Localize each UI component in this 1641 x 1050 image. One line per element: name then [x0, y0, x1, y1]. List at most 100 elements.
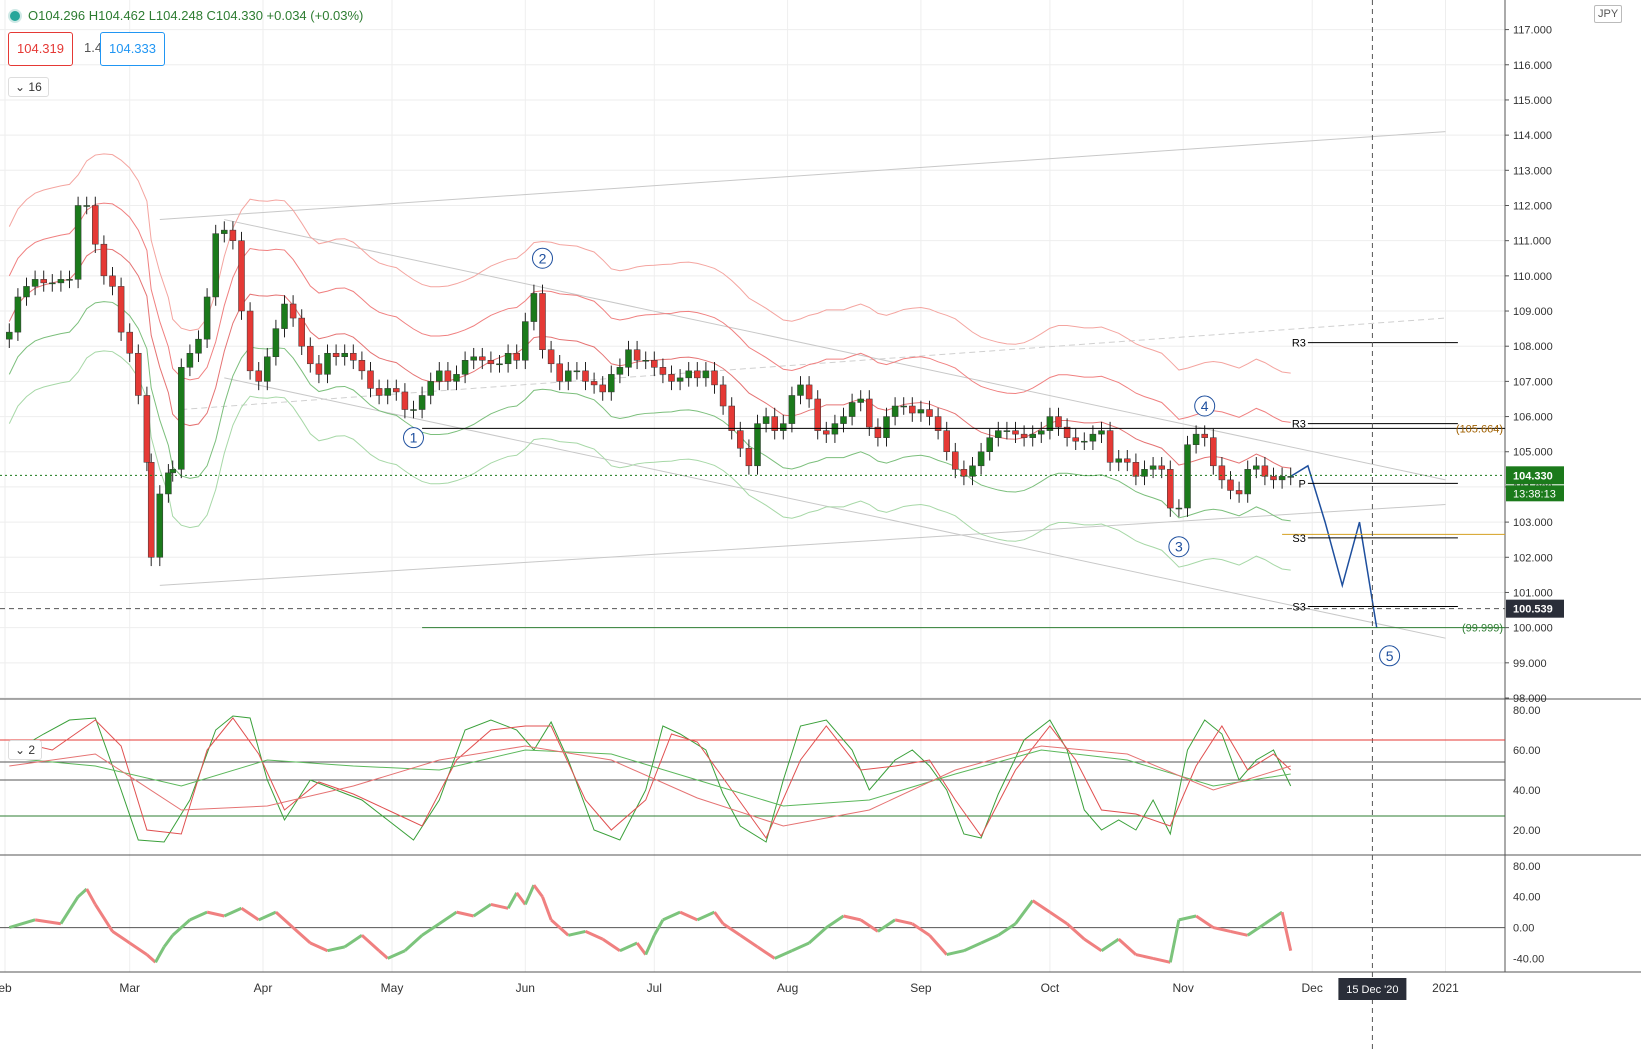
candle-body — [556, 363, 563, 382]
candle-body — [281, 303, 288, 329]
candle-body — [762, 416, 770, 424]
wave-label: 5 — [1386, 648, 1394, 664]
price-tick-label: 102.000 — [1513, 552, 1553, 564]
candle-body — [358, 360, 366, 372]
candle-body — [539, 293, 546, 350]
mom-segment — [541, 896, 553, 921]
candle-body — [156, 493, 164, 558]
oscillator-collapse-button[interactable]: ⌄ 2 — [8, 740, 43, 760]
price-tick-label: 98.000 — [1513, 693, 1547, 705]
candle-body — [986, 437, 993, 452]
candle-body — [1038, 430, 1045, 435]
candle-body — [186, 352, 194, 368]
candle-body — [143, 395, 151, 463]
indicators-collapse-button[interactable]: ⌄ 16 — [8, 77, 49, 97]
candle-body — [711, 370, 718, 386]
candle-body — [74, 205, 82, 280]
candle-body — [255, 370, 262, 382]
currency-badge[interactable]: JPY — [1594, 5, 1623, 23]
mom-segment — [739, 934, 759, 949]
time-tick-label: Jul — [647, 981, 662, 995]
candle-body — [427, 381, 434, 396]
candle-body — [883, 416, 890, 438]
wave-label: 3 — [1175, 539, 1183, 555]
osc-tick-label: 20.00 — [1513, 825, 1541, 837]
mom-segment — [756, 945, 776, 960]
candle-body — [83, 205, 90, 207]
mom-segment — [1066, 922, 1086, 941]
candle-body — [1218, 465, 1226, 481]
candle-body — [513, 352, 520, 361]
candle-body — [40, 279, 47, 284]
candle-body — [805, 384, 813, 400]
mom-segment — [1246, 922, 1266, 937]
candle-body — [1270, 476, 1277, 481]
candle-body — [969, 465, 976, 477]
mom-segment — [274, 911, 295, 929]
mom-segment — [162, 934, 174, 948]
price-tick-label: 116.000 — [1513, 60, 1552, 72]
candle-body — [461, 360, 469, 375]
mom-segment — [1100, 937, 1120, 952]
candle-body — [676, 377, 684, 382]
candle-body — [470, 356, 477, 361]
candle-body — [685, 370, 692, 379]
bid-chip[interactable]: 104.319 — [8, 32, 73, 66]
mom-segment — [1117, 938, 1137, 956]
candle-body — [384, 388, 391, 396]
mom-segment — [644, 934, 656, 956]
mom-segment — [523, 884, 536, 906]
mom-segment — [1178, 914, 1197, 922]
price-tick-label: 106.000 — [1513, 412, 1553, 424]
mom-segment — [928, 934, 948, 956]
mom-segment — [1212, 926, 1231, 933]
candle-body — [943, 430, 950, 452]
candle-body — [332, 352, 340, 358]
candle-body — [590, 381, 598, 386]
time-tick-label: Jun — [516, 981, 535, 995]
price-tick-label: 117.000 — [1513, 25, 1552, 37]
candle-body — [298, 317, 305, 347]
candle-body — [633, 349, 641, 361]
ask-chip[interactable]: 104.333 — [100, 32, 165, 66]
mom-segment — [894, 918, 913, 926]
candle-body — [23, 286, 30, 298]
candle-body — [212, 233, 219, 298]
pivot-label: S3 — [1292, 602, 1305, 614]
candle-body — [1149, 465, 1157, 470]
price-tick-label: 114.000 — [1513, 130, 1552, 142]
mom-segment — [532, 884, 544, 898]
mom-segment — [438, 910, 458, 925]
candle-body — [393, 388, 400, 393]
candle-body — [479, 356, 486, 361]
time-tick-label: Mar — [119, 981, 140, 995]
candle-body — [780, 423, 787, 431]
mom-segment — [619, 941, 638, 953]
mom-tick-label: 80.00 — [1513, 861, 1541, 873]
mom-segment — [8, 918, 36, 930]
chart-svg[interactable]: (105.664) (99.999) R3 R3 P S3 S3 1 2 3 4 5 98.000 99.… — [0, 0, 1641, 1050]
mom-segment — [679, 910, 698, 922]
candle-body — [745, 447, 753, 467]
mom-segment — [1049, 910, 1068, 925]
candle-body — [1244, 469, 1251, 495]
mom-segment — [189, 910, 208, 922]
wave-label: 2 — [539, 250, 547, 266]
mom-segment — [1031, 899, 1051, 914]
pivot-label: R3 — [1292, 338, 1306, 350]
candle-body — [272, 328, 280, 358]
candle-body — [573, 370, 581, 373]
mom-segment — [456, 910, 475, 918]
candle-body — [1124, 458, 1131, 463]
price-tick-label: 111.000 — [1513, 236, 1551, 248]
candle-body — [797, 384, 804, 396]
candle-body — [909, 405, 916, 414]
candle-body — [616, 367, 624, 375]
mom-segment — [490, 902, 509, 910]
time-tick-label: Oct — [1041, 981, 1060, 995]
candle-body — [642, 360, 649, 362]
mom-segment — [877, 918, 896, 933]
candle-body — [1210, 437, 1217, 467]
candle-body — [453, 374, 460, 382]
mom-segment — [825, 914, 845, 929]
